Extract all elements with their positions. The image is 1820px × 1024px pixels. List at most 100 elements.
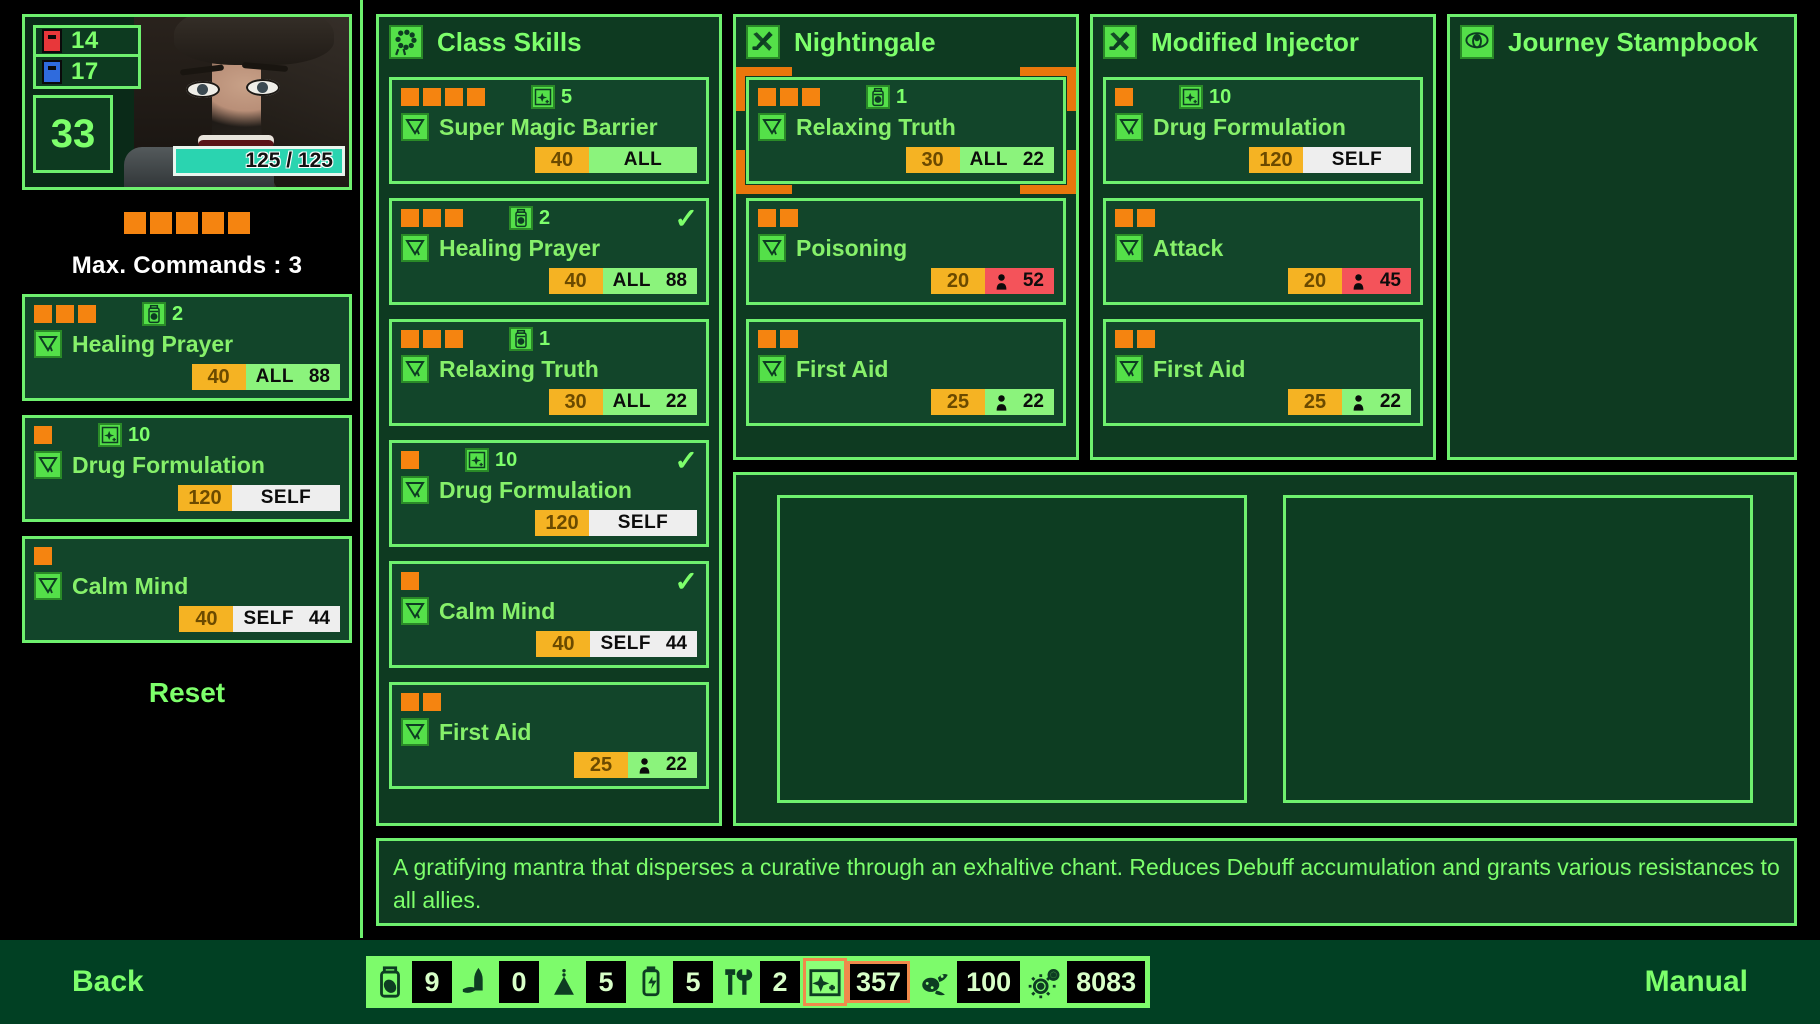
command-cost-pips <box>401 88 485 106</box>
skill-card[interactable]: 5Super Magic Barrier40ALL <box>389 77 709 184</box>
skill-card[interactable]: 10Drug Formulation120SELF <box>1103 77 1423 184</box>
empty-slot-2[interactable] <box>1283 495 1753 803</box>
resource-cell[interactable]: 2 <box>716 958 803 1006</box>
skill-card[interactable]: 10Drug Formulation120SELF <box>22 415 352 522</box>
skill-card[interactable]: First Aid 2522 <box>746 319 1066 426</box>
skill-card[interactable]: First Aid2522 <box>389 682 709 789</box>
resource-cell[interactable]: 0 <box>455 958 542 1006</box>
command-cost-pips <box>758 330 798 348</box>
sparkle-card-icon <box>803 958 847 1006</box>
stat-stack: 14 17 <box>33 25 141 89</box>
resource-cell[interactable]: 8083 <box>1023 958 1148 1006</box>
battery-icon <box>629 958 673 1006</box>
level-value: 33 <box>51 112 96 157</box>
beads-icon <box>389 25 423 59</box>
blue-stat-value: 17 <box>71 58 99 86</box>
skill-cost-row: 1 <box>758 87 1054 107</box>
skill-power: 22 <box>661 389 687 415</box>
skill-card[interactable]: First Aid2522 <box>1103 319 1423 426</box>
skill-card[interactable]: 10Drug Formulation120SELF✓ <box>389 440 709 547</box>
command-cost-pips <box>401 693 441 711</box>
skill-name: Drug Formulation <box>1153 114 1346 141</box>
class-skills-title: Class Skills <box>437 27 582 58</box>
blue-card-icon <box>42 60 62 84</box>
resource-count: 357 <box>847 961 910 1003</box>
resource-cell[interactable]: 5 <box>542 958 629 1006</box>
resource-cell[interactable]: 9 <box>368 958 455 1006</box>
skill-name-row: Relaxing Truth <box>401 355 697 383</box>
command-cost-pips <box>1115 88 1133 106</box>
skill-name-row: Drug Formulation <box>1115 113 1411 141</box>
skill-cost: 25 <box>574 752 628 778</box>
skill-item-requirement: 10 <box>98 423 150 447</box>
skill-card[interactable]: 1Relaxing Truth30ALL22 <box>389 319 709 426</box>
skill-stats-row: 2522 <box>758 389 1054 415</box>
skill-name: Drug Formulation <box>72 452 265 479</box>
skill-cost-row <box>401 692 697 712</box>
skill-icon <box>401 113 429 141</box>
resource-cell[interactable]: 5 <box>629 958 716 1006</box>
skill-cost: 120 <box>1249 147 1303 173</box>
skill-cost-row: 10 <box>34 425 340 445</box>
skill-cost: 40 <box>192 364 246 390</box>
command-pip <box>150 212 172 234</box>
equipped-check-icon: ✓ <box>675 205 698 233</box>
skill-target-label: SELF <box>600 631 651 657</box>
manual-button[interactable]: Manual <box>1645 965 1748 999</box>
skill-name-row: Super Magic Barrier <box>401 113 697 141</box>
class-skills-list: 5Super Magic Barrier40ALL2Healing Prayer… <box>379 77 719 799</box>
skill-card[interactable]: Calm Mind40SELF44✓ <box>389 561 709 668</box>
character-column: 14 17 33 125 / 125 Max. Commands : 3 2He… <box>22 14 352 934</box>
skill-name: First Aid <box>796 356 888 383</box>
skill-card[interactable]: 1Relaxing Truth30ALL22 <box>746 77 1066 184</box>
reset-button[interactable]: Reset <box>22 677 352 709</box>
skill-name-row: Healing Prayer <box>34 330 340 358</box>
skill-stats-row: 40SELF44 <box>401 631 697 657</box>
skill-target-label: SELF <box>261 485 312 511</box>
back-button[interactable]: Back <box>72 965 144 999</box>
skill-icon <box>1115 113 1143 141</box>
skill-cost-row <box>401 571 697 591</box>
sparkle-icon <box>465 448 489 472</box>
flask-icon <box>542 958 586 1006</box>
skill-icon <box>758 355 786 383</box>
skill-target: 52 <box>985 268 1054 294</box>
blue-stat-row: 17 <box>33 57 141 89</box>
skill-power: 44 <box>661 631 687 657</box>
skill-cost-row: 2 <box>34 304 340 324</box>
skill-target-label: ALL <box>613 389 651 415</box>
skill-item-count: 10 <box>495 449 517 472</box>
skill-card[interactable]: 2Healing Prayer40ALL88 <box>22 294 352 401</box>
max-commands-label: Max. Commands : 3 <box>22 252 352 280</box>
resource-cell[interactable]: 357 <box>803 958 913 1006</box>
skill-card[interactable]: 2Healing Prayer40ALL88✓ <box>389 198 709 305</box>
skill-cost-row <box>758 208 1054 228</box>
skill-stats-row: 40SELF44 <box>34 606 340 632</box>
skill-cost: 30 <box>549 389 603 415</box>
skill-name: Calm Mind <box>439 598 555 625</box>
command-pip <box>124 212 146 234</box>
skill-card[interactable]: Attack2045 <box>1103 198 1423 305</box>
resource-cell[interactable]: 100 <box>913 958 1023 1006</box>
skill-name: Relaxing Truth <box>439 356 599 383</box>
skill-name-row: Poisoning <box>758 234 1054 262</box>
skill-cost-row: 10 <box>401 450 697 470</box>
skill-stats-row: 2522 <box>401 752 697 778</box>
skill-name: Super Magic Barrier <box>439 114 658 141</box>
skill-icon <box>401 476 429 504</box>
extra-slots-panel <box>733 472 1797 826</box>
skill-name-row: First Aid <box>758 355 1054 383</box>
skill-icon <box>34 572 62 600</box>
sparkle-icon <box>1179 85 1203 109</box>
empty-slot-1[interactable] <box>777 495 1247 803</box>
skill-target: SELF <box>1303 147 1411 173</box>
skill-card[interactable]: Calm Mind40SELF44 <box>22 536 352 643</box>
skill-item-count: 5 <box>561 86 572 109</box>
skill-name: Healing Prayer <box>439 235 600 262</box>
skill-icon <box>401 597 429 625</box>
skill-icon <box>758 113 786 141</box>
skill-target: ALL <box>589 147 697 173</box>
skill-card[interactable]: Poisoning2052 <box>746 198 1066 305</box>
skill-stats-row: 2522 <box>1115 389 1411 415</box>
skill-stats-row: 40ALL88 <box>401 268 697 294</box>
